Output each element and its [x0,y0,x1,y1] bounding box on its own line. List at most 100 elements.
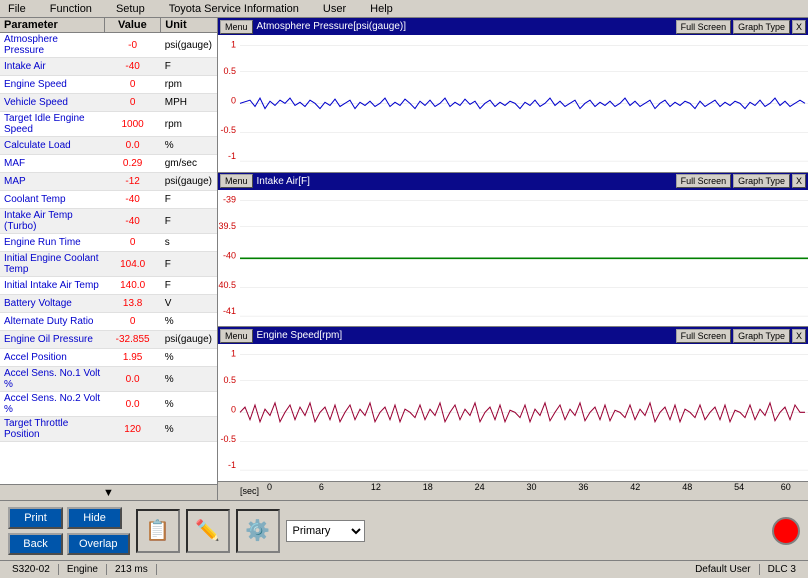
graph3-type-btn[interactable]: Graph Type [733,329,790,343]
param-unit: % [161,315,217,328]
graph1-close-btn[interactable]: X [792,20,806,34]
param-unit: % [161,398,217,411]
status-bar: S320-02 Engine 213 ms Default User DLC 3 [0,560,808,578]
param-value: -32.855 [105,333,161,346]
graph2-menu-btn[interactable]: Menu [220,174,253,188]
toolbar-icon-settings[interactable]: ⚙️ [236,509,280,553]
param-row[interactable]: Intake Air -40 F [0,58,217,76]
menubar: File Function Setup Toyota Service Infor… [0,0,808,18]
param-row[interactable]: Vehicle Speed 0 MPH [0,94,217,112]
timeline-tick-54: 54 [734,482,744,492]
print-button[interactable]: Print [8,507,63,529]
param-row[interactable]: MAF 0.29 gm/sec [0,155,217,173]
param-name: Target Throttle Position [0,417,105,441]
param-row[interactable]: Atmosphere Pressure -0 psi(gauge) [0,33,217,58]
graph1-type-btn[interactable]: Graph Type [733,20,790,34]
graph3-close-btn[interactable]: X [792,329,806,343]
timeline-tick-30: 30 [527,482,537,492]
param-row[interactable]: MAP -12 psi(gauge) [0,173,217,191]
param-list: Atmosphere Pressure -0 psi(gauge) Intake… [0,33,217,484]
svg-text:-39: -39 [223,194,236,204]
graph2-area: -39 -39.5 -40 -40.5 -41 [218,190,808,327]
header-param: Parameter [0,18,105,32]
graph3-title: Engine Speed[rpm] [257,330,676,341]
overlap-button[interactable]: Overlap [67,533,130,555]
param-name: Alternate Duty Ratio [0,315,105,328]
timeline-tick-18: 18 [423,482,433,492]
record-button[interactable] [772,517,800,545]
param-value: 0 [105,78,161,91]
graph1-fullscreen-btn[interactable]: Full Screen [676,20,732,34]
param-value: 1.95 [105,351,161,364]
graph1-area: 1 0.5 0 -0.5 -1 [218,35,808,172]
graph2-fullscreen-btn[interactable]: Full Screen [676,174,732,188]
header-unit: Unit [161,18,217,32]
status-timing: 213 ms [107,564,157,575]
toolbar-icon-list[interactable]: 📋 [136,509,180,553]
param-value: 140.0 [105,279,161,292]
param-row[interactable]: Alternate Duty Ratio 0 % [0,313,217,331]
graph3-fullscreen-btn[interactable]: Full Screen [676,329,732,343]
status-dlc: DLC 3 [760,564,804,575]
scroll-down-btn[interactable]: ▼ [0,484,217,500]
param-name: Accel Sens. No.1 Volt % [0,367,105,391]
svg-text:-39.5: -39.5 [218,220,236,230]
primary-dropdown[interactable]: Primary Secondary [286,520,365,542]
param-row[interactable]: Calculate Load 0.0 % [0,137,217,155]
param-name: Battery Voltage [0,297,105,310]
param-row[interactable]: Initial Engine Coolant Temp 104.0 F [0,252,217,277]
timeline-tick-36: 36 [578,482,588,492]
param-header: Parameter Value Unit [0,18,217,33]
timeline-tick-48: 48 [682,482,692,492]
param-row[interactable]: Accel Sens. No.1 Volt % 0.0 % [0,367,217,392]
param-unit: F [161,279,217,292]
timeline-tick-24: 24 [475,482,485,492]
param-name: Accel Sens. No.2 Volt % [0,392,105,416]
param-row[interactable]: Accel Sens. No.2 Volt % 0.0 % [0,392,217,417]
param-name: Vehicle Speed [0,96,105,109]
svg-text:1: 1 [231,349,236,359]
menu-file[interactable]: File [4,2,30,16]
param-row[interactable]: Intake Air Temp (Turbo) -40 F [0,209,217,234]
hide-button[interactable]: Hide [67,507,122,529]
param-row[interactable]: Accel Position 1.95 % [0,349,217,367]
menu-setup[interactable]: Setup [112,2,149,16]
graph1-menu-btn[interactable]: Menu [220,20,253,34]
menu-function[interactable]: Function [46,2,96,16]
graph2-close-btn[interactable]: X [792,174,806,188]
bottom-toolbar: Print Hide Back Overlap 📋 ✏️ ⚙️ Primary … [0,500,808,560]
graph2-type-btn[interactable]: Graph Type [733,174,790,188]
param-row[interactable]: Initial Intake Air Temp 140.0 F [0,277,217,295]
param-unit: F [161,60,217,73]
param-row[interactable]: Engine Oil Pressure -32.855 psi(gauge) [0,331,217,349]
param-unit: F [161,258,217,271]
param-row[interactable]: Target Idle Engine Speed 1000 rpm [0,112,217,137]
graph2-svg: -39 -39.5 -40 -40.5 -41 [218,190,808,327]
param-row[interactable]: Target Throttle Position 120 % [0,417,217,442]
param-name: Engine Oil Pressure [0,333,105,346]
menu-toyota[interactable]: Toyota Service Information [165,2,303,16]
header-value: Value [105,18,162,32]
graph2-title: Intake Air[F] [257,176,676,187]
param-unit: V [161,297,217,310]
param-value: -40 [105,215,161,228]
graph3-container: Menu Engine Speed[rpm] Full Screen Graph… [218,327,808,482]
param-name: Intake Air [0,60,105,73]
param-row[interactable]: Coolant Temp -40 F [0,191,217,209]
param-unit: F [161,193,217,206]
param-row[interactable]: Engine Speed 0 rpm [0,76,217,94]
param-value: 104.0 [105,258,161,271]
param-row[interactable]: Battery Voltage 13.8 V [0,295,217,313]
graph3-menu-btn[interactable]: Menu [220,329,253,343]
back-button[interactable]: Back [8,533,63,555]
param-value: 0 [105,96,161,109]
menu-help[interactable]: Help [366,2,397,16]
param-row[interactable]: Engine Run Time 0 s [0,234,217,252]
graph2-header: Menu Intake Air[F] Full Screen Graph Typ… [218,173,808,190]
param-unit: psi(gauge) [161,333,217,346]
param-name: Target Idle Engine Speed [0,112,105,136]
menu-user[interactable]: User [319,2,350,16]
toolbar-icon-write[interactable]: ✏️ [186,509,230,553]
param-name: Calculate Load [0,139,105,152]
graph2-container: Menu Intake Air[F] Full Screen Graph Typ… [218,173,808,328]
